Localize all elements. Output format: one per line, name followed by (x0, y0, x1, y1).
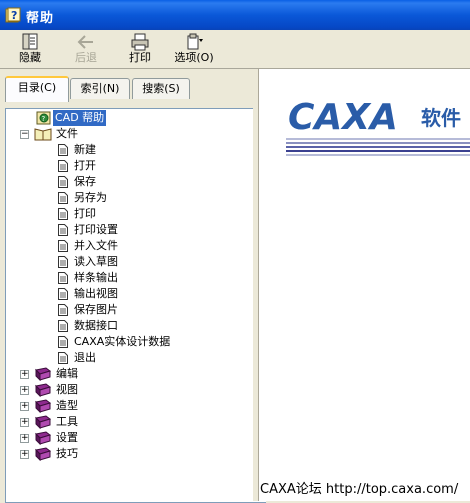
tree-topic-label: 打印 (74, 207, 96, 220)
tree-topic-label: 样条输出 (74, 271, 118, 284)
expand-icon[interactable]: + (20, 370, 29, 379)
title-bar[interactable]: ? 帮助 (0, 0, 470, 30)
tree-folder-label: 技巧 (56, 447, 78, 460)
svg-text:?: ? (42, 115, 46, 123)
page-icon (58, 256, 68, 268)
tree-folder-label: 设置 (56, 431, 78, 444)
caxa-logo: CAXA 软件 (286, 97, 470, 156)
page-icon (58, 288, 68, 300)
hide-label: 隐藏 (19, 51, 41, 64)
tree-topic-label: 保存 (74, 175, 96, 188)
page-icon (58, 144, 68, 156)
page-icon (58, 320, 68, 332)
tree-topic-label: 打开 (74, 159, 96, 172)
options-label: 选项(O) (174, 51, 214, 64)
printer-icon (131, 33, 149, 51)
back-button[interactable]: 后退 (64, 32, 108, 68)
page-icon (58, 160, 68, 172)
window-title: 帮助 (26, 11, 55, 26)
page-icon (58, 336, 68, 348)
hide-pane-icon (22, 33, 38, 50)
hide-button[interactable]: 隐藏 (8, 32, 52, 68)
tree-folder-label: 视图 (56, 383, 78, 396)
tree-topic-label: 并入文件 (74, 239, 118, 252)
tree-folder-label: 编辑 (56, 367, 78, 380)
tree-topic-label: 另存为 (74, 191, 107, 204)
options-icon (187, 33, 203, 50)
expand-icon[interactable]: + (20, 418, 29, 427)
tab-search[interactable]: 搜索(S) (132, 78, 190, 99)
page-icon (58, 352, 68, 364)
book-icon (34, 447, 52, 462)
tree-folder-label: 工具 (56, 415, 78, 428)
collapse-icon[interactable]: − (20, 130, 29, 139)
book-icon (34, 431, 52, 446)
svg-text:软件: 软件 (421, 106, 461, 130)
tree-topic-label: 退出 (74, 351, 96, 364)
back-label: 后退 (75, 51, 97, 64)
tab-index-label: 索引(N) (80, 82, 120, 95)
tree-topic-label: 打印设置 (74, 223, 118, 236)
options-button[interactable]: 选项(O) (172, 32, 216, 68)
book-icon (34, 415, 52, 430)
help-book-icon: ? (36, 111, 51, 125)
tree-topic-label: CAXA实体设计数据 (74, 335, 171, 348)
tree-topic-label: 数据接口 (74, 319, 118, 332)
tab-index[interactable]: 索引(N) (70, 78, 130, 99)
back-arrow-icon (77, 35, 93, 49)
forum-link[interactable]: CAXA论坛 http://top.caxa.com/ (260, 478, 458, 497)
help-icon: ? (5, 7, 21, 23)
content-pane: CAXA 软件 (258, 69, 470, 501)
print-button[interactable]: 打印 (118, 32, 162, 68)
tree-folder-label: 造型 (56, 399, 78, 412)
page-icon (58, 224, 68, 236)
tab-contents-label: 目录(C) (17, 81, 57, 94)
toolbar: 隐藏 后退 打印 选项(O) (0, 30, 470, 69)
page-icon (58, 176, 68, 188)
page-icon (58, 304, 68, 316)
tab-search-label: 搜索(S) (142, 82, 180, 95)
svg-text:?: ? (11, 9, 17, 22)
page-icon (58, 240, 68, 252)
page-icon (58, 208, 68, 220)
open-book-icon (34, 128, 52, 141)
navigation-pane: 目录(C) 索引(N) 搜索(S) ? CAD 帮助 − 文件 新建打开保存另存… (0, 69, 266, 503)
tree-topic-label: 新建 (74, 143, 96, 156)
contents-tree[interactable]: ? CAD 帮助 − 文件 新建打开保存另存为打印打印设置并入文件读入草图样条输… (5, 108, 266, 503)
tab-contents[interactable]: 目录(C) (5, 76, 69, 102)
expand-icon[interactable]: + (20, 450, 29, 459)
tree-topic-label: 保存图片 (74, 303, 118, 316)
tree-topic-label: 读入草图 (74, 255, 118, 268)
expand-icon[interactable]: + (20, 386, 29, 395)
expand-icon[interactable]: + (20, 402, 29, 411)
book-icon (34, 367, 52, 382)
tree-topic-label: 输出视图 (74, 287, 118, 300)
page-icon (58, 272, 68, 284)
svg-text:CAXA: CAXA (288, 97, 398, 138)
page-icon (58, 192, 68, 204)
tree-folder-label: 文件 (56, 127, 78, 140)
print-label: 打印 (129, 51, 151, 64)
expand-icon[interactable]: + (20, 434, 29, 443)
tree-root-label: CAD 帮助 (53, 110, 107, 126)
book-icon (34, 383, 52, 398)
book-icon (34, 399, 52, 414)
